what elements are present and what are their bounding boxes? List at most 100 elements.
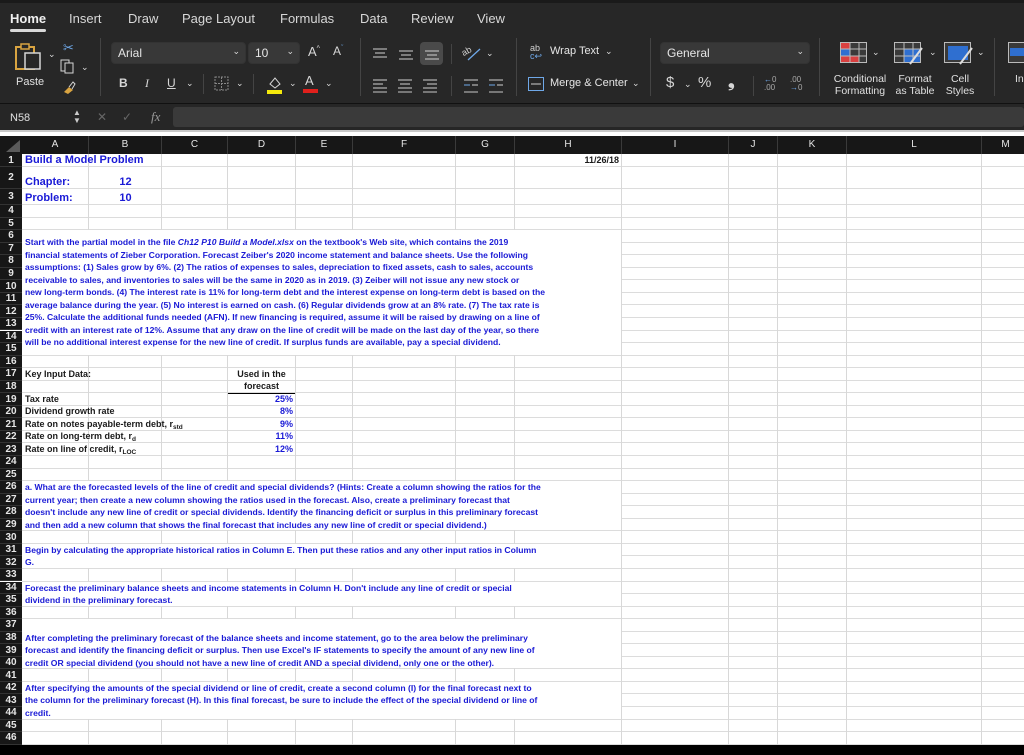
row-header-32[interactable]: 32 (0, 556, 22, 569)
row-header-15[interactable]: 15 (0, 343, 22, 356)
format-painter-icon[interactable] (61, 79, 77, 95)
wrap-text-button[interactable]: ab c↩ Wrap Text ⌄ (530, 44, 620, 62)
align-center-icon[interactable] (398, 79, 412, 93)
column-header-m[interactable]: M (982, 136, 1024, 154)
borders-icon[interactable] (214, 76, 230, 92)
row-header-2[interactable]: 2 (0, 167, 22, 189)
row-header-28[interactable]: 28 (0, 506, 22, 519)
tab-review[interactable]: Review (411, 11, 454, 26)
align-top-icon[interactable] (373, 48, 387, 60)
font-size-dropdown[interactable]: 10 ⌄ (248, 42, 300, 64)
currency-button[interactable]: $ (666, 74, 674, 91)
column-header-f[interactable]: F (353, 136, 456, 154)
tab-page-layout[interactable]: Page Layout (182, 11, 255, 26)
comma-style-button[interactable]: ❟ (728, 72, 735, 92)
name-box[interactable]: N58 (0, 104, 80, 130)
align-right-icon[interactable] (423, 79, 437, 93)
row-header-29[interactable]: 29 (0, 518, 22, 532)
cell-styles-button[interactable]: ⌄ Cell Styles (942, 40, 987, 100)
row-header-43[interactable]: 43 (0, 694, 22, 707)
row-header-39[interactable]: 39 (0, 644, 22, 657)
row-header-40[interactable]: 40 (0, 656, 22, 670)
conditional-formatting-button[interactable]: ⌄ Conditional Formatting (830, 40, 890, 100)
shrink-font-button[interactable]: Aˇ (333, 44, 343, 58)
row-header-37[interactable]: 37 (0, 619, 22, 632)
row-header-26[interactable]: 26 (0, 481, 22, 494)
column-header-l[interactable]: L (847, 136, 982, 154)
paste-dropdown-icon[interactable]: ⌄ (48, 49, 56, 60)
column-header-i[interactable]: I (622, 136, 729, 154)
paste-button[interactable] (14, 41, 44, 71)
column-header-d[interactable]: D (228, 136, 296, 154)
row-header-41[interactable]: 41 (0, 669, 22, 682)
row-header-17[interactable]: 17 (0, 368, 22, 381)
row-header-35[interactable]: 35 (0, 594, 22, 607)
column-header-k[interactable]: K (778, 136, 847, 154)
confirm-icon[interactable]: ✓ (122, 110, 132, 124)
borders-dropdown-icon[interactable]: ⌄ (236, 78, 244, 89)
spreadsheet-grid[interactable]: A B C D E F G H I J K L M 1 2 3 4 5 6 7 8 9 10 11 12 13 14 15 16 17 18… (0, 132, 1024, 755)
column-header-b[interactable]: B (89, 136, 162, 154)
row-header-5[interactable]: 5 (0, 217, 22, 231)
insert-function-icon[interactable]: fx (151, 109, 160, 125)
row-header-19[interactable]: 19 (0, 393, 22, 406)
tab-view[interactable]: View (477, 11, 505, 26)
font-color-button[interactable]: A (303, 73, 319, 95)
underline-button[interactable]: U (167, 76, 176, 90)
row-header-8[interactable]: 8 (0, 255, 22, 268)
bold-button[interactable]: B (119, 76, 128, 90)
grow-font-button[interactable]: A^ (308, 44, 320, 59)
increase-indent-icon[interactable] (489, 79, 503, 93)
tab-home[interactable]: Home (10, 11, 47, 32)
fill-color-icon[interactable] (266, 74, 284, 94)
insert-cells-button[interactable]: In (1005, 40, 1024, 100)
increase-decimal-button[interactable]: ←0.00 (764, 76, 776, 92)
column-header-g[interactable]: G (456, 136, 515, 154)
tab-draw[interactable]: Draw (128, 11, 158, 26)
row-header-31[interactable]: 31 (0, 543, 22, 557)
merge-center-button[interactable]: Merge & Center ⌄ (528, 76, 643, 94)
row-header-13[interactable]: 13 (0, 317, 22, 331)
row-header-6[interactable]: 6 (0, 230, 22, 243)
column-header-a[interactable]: A (22, 136, 89, 154)
row-header-18[interactable]: 18 (0, 380, 22, 394)
row-header-45[interactable]: 45 (0, 719, 22, 733)
format-as-table-button[interactable]: ⌄ Format as Table (892, 40, 942, 100)
percent-button[interactable]: % (698, 74, 711, 91)
fill-color-dropdown-icon[interactable]: ⌄ (289, 78, 297, 89)
row-header-34[interactable]: 34 (0, 581, 22, 595)
decrease-decimal-button[interactable]: .00 →0 (790, 76, 802, 92)
formula-input[interactable] (173, 107, 1024, 127)
row-header-42[interactable]: 42 (0, 681, 22, 695)
row-header-25[interactable]: 25 (0, 468, 22, 482)
currency-dropdown-icon[interactable]: ⌄ (684, 79, 692, 90)
row-header-21[interactable]: 21 (0, 418, 22, 431)
name-box-stepper-icon[interactable]: ▲ ▼ (73, 109, 81, 125)
tab-formulas[interactable]: Formulas (280, 11, 334, 26)
decrease-indent-icon[interactable] (464, 79, 478, 93)
row-header-20[interactable]: 20 (0, 405, 22, 419)
row-header-9[interactable]: 9 (0, 267, 22, 281)
number-format-dropdown[interactable]: General ⌄ (660, 42, 810, 64)
orientation-icon[interactable]: ab (462, 44, 482, 62)
row-header-33[interactable]: 33 (0, 568, 22, 582)
select-all-button[interactable] (0, 136, 22, 154)
column-header-e[interactable]: E (296, 136, 353, 154)
row-header-1[interactable]: 1 (0, 154, 22, 167)
align-middle-icon[interactable] (399, 50, 413, 62)
underline-dropdown-icon[interactable]: ⌄ (186, 78, 194, 89)
font-name-dropdown[interactable]: Arial ⌄ (111, 42, 246, 64)
row-header-30[interactable]: 30 (0, 531, 22, 544)
copy-dropdown-icon[interactable]: ⌄ (81, 62, 89, 73)
tab-insert[interactable]: Insert (69, 11, 102, 26)
cancel-icon[interactable]: ✕ (97, 110, 107, 124)
row-header-10[interactable]: 10 (0, 280, 22, 293)
cut-icon[interactable]: ✂ (63, 40, 74, 56)
row-header-44[interactable]: 44 (0, 707, 22, 720)
column-header-h[interactable]: H (515, 136, 622, 154)
row-header-11[interactable]: 11 (0, 292, 22, 306)
row-header-36[interactable]: 36 (0, 606, 22, 620)
italic-button[interactable]: I (145, 76, 149, 91)
row-header-23[interactable]: 23 (0, 443, 22, 456)
row-header-38[interactable]: 38 (0, 631, 22, 645)
